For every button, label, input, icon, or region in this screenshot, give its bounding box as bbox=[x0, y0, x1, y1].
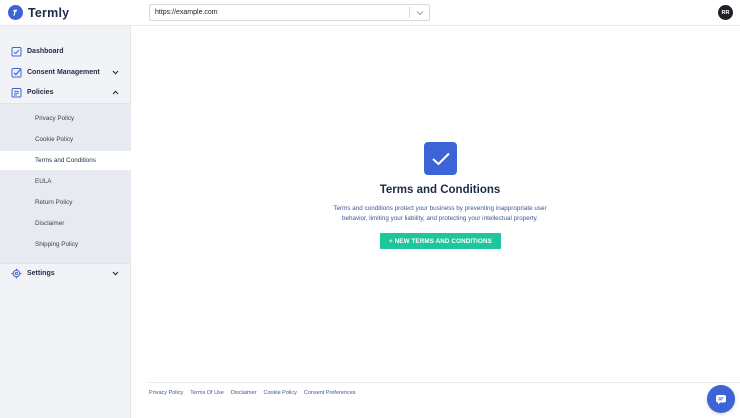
footer-link-terms-of-use[interactable]: Terms Of Use bbox=[190, 390, 224, 396]
sidebar: Dashboard Consent Management Policies Pr… bbox=[0, 26, 131, 418]
page-title: Terms and Conditions bbox=[379, 184, 501, 196]
new-terms-and-conditions-button[interactable]: + NEW TERMS AND CONDITIONS bbox=[380, 233, 501, 249]
dashboard-icon bbox=[11, 46, 22, 57]
chat-support-button[interactable] bbox=[707, 385, 735, 413]
sidebar-item-settings[interactable]: Settings bbox=[0, 263, 131, 283]
user-avatar[interactable]: RR bbox=[718, 5, 733, 20]
policies-submenu: Privacy Policy Cookie Policy Terms and C… bbox=[0, 103, 131, 264]
website-url-value: https://example.com bbox=[155, 9, 218, 16]
chevron-down-icon bbox=[111, 269, 119, 277]
chevron-down-icon bbox=[111, 68, 119, 76]
top-header: Termly https://example.com RR bbox=[0, 0, 740, 26]
footer-link-privacy-policy[interactable]: Privacy Policy bbox=[149, 390, 183, 396]
chat-bubble-icon bbox=[716, 394, 726, 404]
terms-check-icon bbox=[424, 142, 457, 175]
gear-icon bbox=[11, 268, 22, 279]
sidebar-item-label: Consent Management bbox=[27, 68, 100, 76]
sidebar-subitem-privacy-policy[interactable]: Privacy Policy bbox=[0, 109, 131, 128]
sidebar-subitem-cookie-policy[interactable]: Cookie Policy bbox=[0, 130, 131, 149]
brand-logo[interactable]: Termly bbox=[8, 5, 69, 20]
footer-link-consent-preferences[interactable]: Consent Preferences bbox=[304, 390, 356, 396]
sidebar-item-label: Dashboard bbox=[27, 47, 64, 55]
policies-doc-icon bbox=[11, 87, 22, 98]
website-url-select[interactable]: https://example.com bbox=[149, 4, 430, 21]
sidebar-item-consent-management[interactable]: Consent Management bbox=[0, 62, 131, 82]
sidebar-subitem-terms-and-conditions[interactable]: Terms and Conditions bbox=[0, 151, 131, 170]
sidebar-subitem-shipping-policy[interactable]: Shipping Policy bbox=[0, 235, 131, 254]
sidebar-item-label: Settings bbox=[27, 269, 55, 277]
page-description: Terms and conditions protect your busine… bbox=[333, 205, 547, 222]
sidebar-item-policies[interactable]: Policies bbox=[0, 82, 131, 102]
footer: Privacy Policy Terms Of Use Disclaimer C… bbox=[149, 382, 740, 402]
termly-logo-icon bbox=[8, 5, 23, 20]
sidebar-subitem-disclaimer[interactable]: Disclaimer bbox=[0, 214, 131, 233]
chevron-up-icon bbox=[111, 88, 119, 96]
sidebar-subitem-return-policy[interactable]: Return Policy bbox=[0, 193, 131, 212]
sidebar-subitem-eula[interactable]: EULA bbox=[0, 172, 131, 191]
footer-link-cookie-policy[interactable]: Cookie Policy bbox=[264, 390, 297, 396]
chevron-down-icon[interactable] bbox=[410, 5, 429, 20]
consent-check-icon bbox=[11, 67, 22, 78]
sidebar-item-dashboard[interactable]: Dashboard bbox=[0, 41, 131, 61]
brand-name: Termly bbox=[28, 5, 70, 20]
footer-link-disclaimer[interactable]: Disclaimer bbox=[231, 390, 257, 396]
sidebar-item-label: Policies bbox=[27, 88, 54, 96]
